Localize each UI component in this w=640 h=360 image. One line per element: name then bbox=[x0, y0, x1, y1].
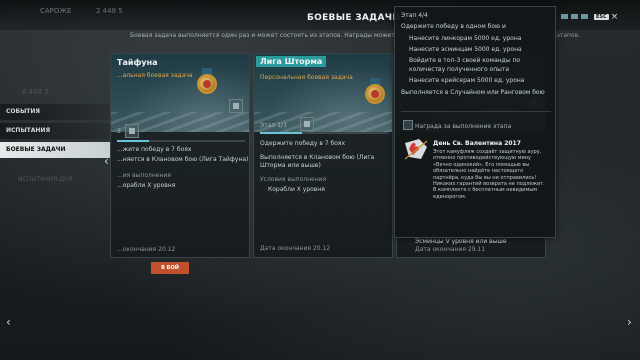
tooltip-reward-label: Награда за выполнение этапа bbox=[415, 123, 512, 130]
card-stage: Этап 1/3 bbox=[260, 122, 287, 129]
card-title: Лига Шторма bbox=[256, 56, 327, 67]
mission-card-storm-league[interactable]: Лига Шторма Персональная боевая задача Э… bbox=[253, 53, 393, 258]
tooltip-stage: Этап 4/4 bbox=[401, 12, 428, 19]
close-button[interactable]: ESC × bbox=[594, 13, 619, 22]
card-conditions-label: ...ия выполнения bbox=[117, 172, 171, 179]
list-view-icon[interactable] bbox=[571, 14, 578, 19]
stage-progress-bar bbox=[117, 140, 245, 142]
card-mode-line-2: Шторма или выше) bbox=[260, 162, 321, 169]
stage-progress-bar bbox=[260, 132, 388, 134]
card-goal-line: ...жите победу в 7 боях bbox=[117, 146, 192, 153]
camouflage-reward-icon bbox=[401, 137, 431, 163]
tooltip-reward-title: День Св. Валентина 2017 bbox=[433, 140, 521, 147]
card-goal-line: Одержите победу в 7 боях bbox=[260, 140, 346, 147]
ghost-daily-challenges: ИСПЫТАНИЯ ДНЯ bbox=[18, 176, 73, 183]
tooltip-mode: Выполняется в Случайном или Ранговом бою bbox=[401, 89, 545, 96]
reward-icon[interactable] bbox=[229, 99, 243, 113]
to-battle-button[interactable]: В БОЙ bbox=[151, 262, 189, 274]
stage-reward-icon[interactable] bbox=[125, 124, 139, 138]
reward-icon bbox=[403, 120, 413, 130]
stage-reward-icon[interactable] bbox=[300, 117, 314, 131]
card-condition: Корабли X уровня bbox=[268, 186, 325, 193]
sidebar-item-challenges[interactable]: ИСПЫТАНИЯ bbox=[0, 123, 110, 139]
tooltip-task: количеству полученного опыта bbox=[409, 66, 510, 73]
tooltip-task: Нанесите эсминцам 5000 ед. урона bbox=[409, 46, 522, 53]
page-description: Боевая задача выполняется один раз и мож… bbox=[130, 32, 395, 39]
tooltip-task: Войдите в топ-3 своей команды по bbox=[409, 57, 521, 64]
card-extra-condition: Эсминцы V уровня или выше bbox=[415, 238, 507, 245]
tooltip-reward-text: Этот камуфляж создаёт защитную ауру, отм… bbox=[433, 149, 545, 200]
sidebar: СОБЫТИЯ ИСПЫТАНИЯ БОЕВЫЕ ЗАДАЧИ bbox=[0, 104, 110, 161]
stage-tooltip: Этап 4/4 Одержите победу в одном бою и Н… bbox=[394, 6, 556, 238]
card-mode-line: ...няется в Клановом бою (Лига Тайфуна) bbox=[117, 156, 249, 163]
card-prev-arrow-icon[interactable]: ‹ bbox=[104, 155, 109, 167]
page-next-arrow-icon[interactable]: › bbox=[627, 316, 632, 328]
card-stage: 3 bbox=[117, 128, 121, 135]
card-end-date: ...окончания 20.12 bbox=[117, 246, 176, 253]
esc-key-label: ESC bbox=[594, 14, 609, 20]
tooltip-task: Нанесите крейсерам 5000 ед. урона bbox=[409, 77, 525, 84]
card-subtitle: Персональная боевая задача bbox=[260, 74, 353, 81]
medal-icon bbox=[364, 78, 386, 108]
medal-icon bbox=[196, 68, 218, 98]
sidebar-item-events[interactable]: СОБЫТИЯ bbox=[0, 104, 110, 120]
page-prev-arrow-icon[interactable]: ‹ bbox=[6, 316, 11, 328]
card-end-date: Дата окончания 20.12 bbox=[260, 245, 331, 252]
view-toggle-group[interactable] bbox=[561, 14, 588, 19]
compact-view-icon[interactable] bbox=[581, 14, 588, 19]
close-icon[interactable]: × bbox=[611, 13, 619, 22]
card-title: Тайфуна bbox=[117, 58, 158, 67]
card-subtitle: ...альная боевая задача bbox=[117, 72, 193, 79]
card-mode-line: Выполняется в Клановом бою (Лига bbox=[260, 154, 375, 161]
sidebar-item-combat-missions[interactable]: БОЕВЫЕ ЗАДАЧИ bbox=[0, 142, 110, 158]
tooltip-goal: Одержите победу в одном бою и bbox=[401, 23, 506, 30]
ghost-currency: 2 448 5 bbox=[96, 7, 123, 15]
grid-view-icon[interactable] bbox=[561, 14, 568, 19]
tooltip-task: Нанесите линкорам 5000 ед. урона bbox=[409, 35, 522, 42]
tooltip-divider bbox=[401, 111, 551, 112]
card-end-date-third: Дата окончания 29.11 bbox=[415, 246, 486, 253]
ghost-player-name: САРОЖЕ bbox=[40, 7, 72, 15]
card-condition: ...орабли X уровня bbox=[117, 182, 176, 189]
ghost-credits: 8 448 2 bbox=[22, 88, 49, 96]
mission-card-typhoon[interactable]: Тайфуна ...альная боевая задача 3 ...жит… bbox=[110, 53, 250, 258]
card-conditions-label: Условия выполнения bbox=[260, 176, 327, 183]
